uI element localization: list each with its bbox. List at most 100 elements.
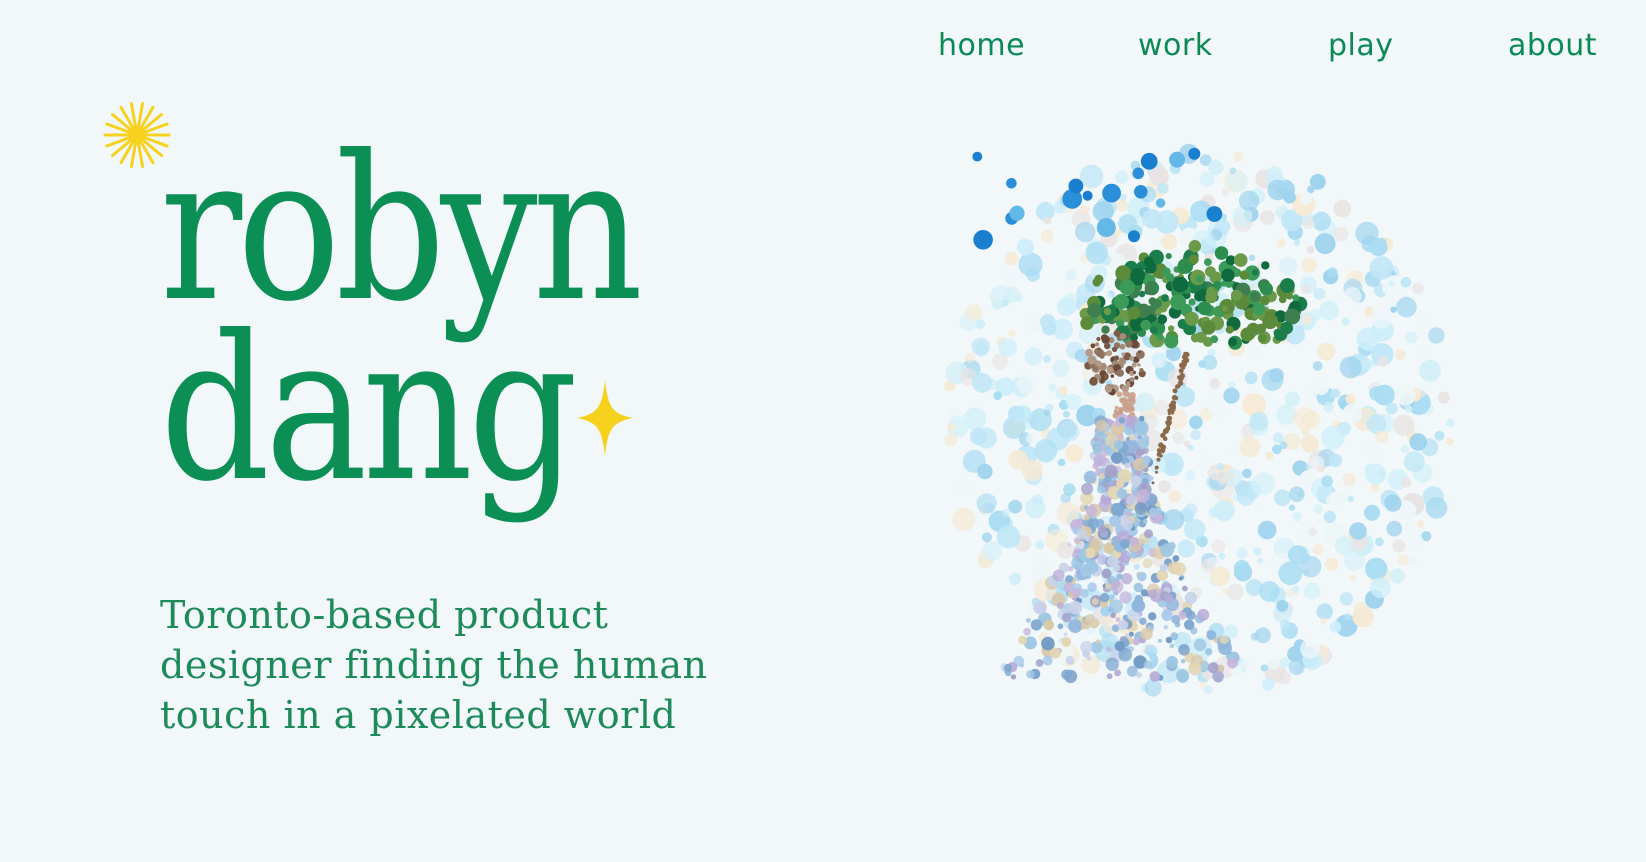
dot — [1256, 557, 1264, 564]
dot — [1121, 352, 1126, 357]
dot — [1097, 485, 1106, 494]
dot — [1031, 558, 1052, 579]
dot — [1026, 432, 1039, 445]
dot — [1020, 663, 1024, 668]
dot — [1122, 326, 1130, 333]
dot — [1082, 551, 1087, 556]
dot — [972, 151, 983, 162]
dot — [1170, 406, 1176, 413]
dot — [1169, 151, 1186, 168]
dot — [1197, 608, 1210, 621]
dot — [1106, 673, 1113, 680]
dot — [1219, 635, 1229, 645]
dot — [1244, 371, 1258, 385]
nav-about-link[interactable]: about — [1508, 28, 1597, 63]
dot — [1106, 366, 1114, 374]
dot — [971, 337, 990, 356]
dot — [1116, 573, 1123, 580]
dot — [1110, 374, 1115, 378]
dot — [1264, 310, 1272, 318]
dot — [1278, 295, 1287, 304]
dot — [1126, 334, 1131, 339]
dot — [1103, 342, 1111, 350]
dot — [1084, 560, 1099, 575]
dot — [1075, 221, 1096, 243]
dot — [1225, 325, 1234, 334]
dot — [1289, 486, 1305, 503]
dot — [1225, 449, 1232, 456]
nav-home-link[interactable]: home — [938, 28, 1025, 63]
dot — [1165, 253, 1172, 260]
dot — [1132, 638, 1140, 646]
dot — [1258, 334, 1267, 343]
dot — [1301, 257, 1317, 273]
dot — [1176, 670, 1189, 683]
dot — [1079, 164, 1104, 189]
dot — [1345, 393, 1357, 405]
dot — [1216, 471, 1230, 485]
dot — [1154, 465, 1159, 470]
dot — [1101, 325, 1110, 334]
dot — [1131, 362, 1137, 368]
dot — [1067, 542, 1072, 547]
dot — [1094, 274, 1104, 284]
dot — [1341, 317, 1350, 326]
dot — [1166, 655, 1179, 668]
dot — [1178, 368, 1184, 374]
dot — [1239, 270, 1250, 280]
dot — [1156, 334, 1164, 341]
dot — [1004, 251, 1019, 266]
dot — [1140, 319, 1151, 331]
dot — [1172, 431, 1185, 444]
dot — [1189, 415, 1203, 430]
dot — [1068, 619, 1083, 633]
dot — [1006, 178, 1017, 189]
dot — [1018, 252, 1043, 277]
dot — [1130, 475, 1142, 487]
dot — [1100, 467, 1105, 472]
sparkle-icon — [577, 380, 633, 456]
dot — [1098, 525, 1107, 533]
dot — [1329, 490, 1345, 506]
dot — [1062, 410, 1070, 418]
dot — [1103, 307, 1112, 316]
dot — [1104, 464, 1118, 478]
dot — [1175, 384, 1180, 389]
nav-work-link[interactable]: work — [1138, 28, 1213, 63]
dot — [1387, 280, 1395, 287]
dot — [1163, 625, 1168, 630]
dot — [1316, 603, 1333, 620]
dot — [1255, 323, 1267, 334]
dot — [947, 423, 956, 432]
dot — [1096, 639, 1101, 644]
dot — [1061, 669, 1072, 680]
dot — [1236, 547, 1248, 560]
dot — [1136, 672, 1142, 678]
dot — [1008, 329, 1016, 337]
dot — [1342, 403, 1363, 424]
dot — [1386, 520, 1403, 537]
dot — [1124, 427, 1134, 436]
dot — [1134, 375, 1139, 380]
dot — [1137, 437, 1149, 450]
dot — [1115, 170, 1129, 184]
dot — [1352, 606, 1374, 628]
dot — [1115, 479, 1125, 489]
dot — [1364, 504, 1381, 521]
dot — [1229, 167, 1237, 175]
dot — [1321, 475, 1333, 488]
dot — [1042, 655, 1053, 666]
dot — [1342, 472, 1356, 487]
dot — [1128, 398, 1136, 406]
dot — [1160, 543, 1174, 557]
dot — [1252, 302, 1266, 316]
dot — [1240, 658, 1252, 670]
dot — [1126, 551, 1131, 557]
dot — [1434, 430, 1445, 441]
dot — [1416, 520, 1425, 528]
dot — [1128, 230, 1140, 243]
dot — [1178, 611, 1187, 620]
dot — [944, 433, 958, 447]
hero-tagline: Toronto-based product designer finding t… — [160, 593, 708, 737]
nav-play-link[interactable]: play — [1328, 28, 1394, 63]
